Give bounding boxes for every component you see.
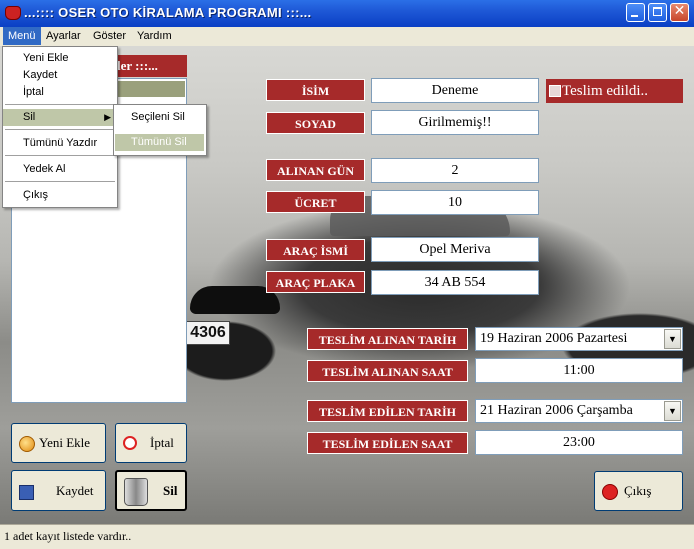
yeni-ekle-button[interactable]: Yeni Ekle: [11, 423, 106, 463]
background-license-plate: 4306: [186, 321, 230, 345]
menu-item-iptal[interactable]: İptal: [3, 84, 117, 101]
sil-submenu: Seçileni Sil Tümünü Sil: [113, 104, 207, 156]
teslim-edildi-label: Teslim edildi..: [562, 83, 649, 99]
close-icon: ✕: [673, 3, 686, 19]
teslim-alinan-tarih-picker[interactable]: 19 Haziran 2006 Pazartesi ▼: [475, 327, 683, 351]
add-icon: [19, 436, 35, 452]
isim-field[interactable]: Deneme: [371, 78, 539, 103]
window-title: ...:::: OSER OTO KİRALAMA PROGRAMI :::..…: [24, 5, 312, 20]
menu-bar: Menü Ayarlar Göster Yardım: [0, 27, 694, 46]
minimize-icon: [631, 15, 638, 17]
menu-separator: [5, 104, 115, 105]
menu-dropdown: Yeni Ekle Kaydet İptal Sil ▶ Tümünü Yazd…: [2, 46, 118, 208]
teslim-edilen-tarih-label: TESLİM EDİLEN TARİH: [307, 400, 468, 422]
teslim-alinan-saat-field[interactable]: 11:00: [475, 358, 683, 383]
menu-separator: [5, 129, 115, 130]
alinan-gun-field[interactable]: 2: [371, 158, 539, 183]
teslim-edilen-tarih-value: 21 Haziran 2006 Çarşamba: [480, 403, 633, 418]
iptal-label: İptal: [150, 435, 174, 450]
application-window: ...:::: OSER OTO KİRALAMA PROGRAMI :::..…: [0, 0, 694, 549]
chevron-down-icon[interactable]: ▼: [664, 401, 681, 421]
status-bar: 1 adet kayıt listede vardır..: [0, 524, 694, 549]
save-icon: [19, 485, 34, 500]
soyad-label: SOYAD: [266, 112, 365, 134]
sil-label: Sil: [163, 483, 178, 498]
menu-item-tumunu-yazdir[interactable]: Tümünü Yazdır: [3, 135, 117, 152]
close-button[interactable]: ✕: [670, 3, 689, 22]
submenu-arrow-icon: ▶: [104, 112, 111, 122]
maximize-icon: [653, 7, 662, 16]
arac-plaka-field[interactable]: 34 AB 554: [371, 270, 539, 295]
chevron-down-icon[interactable]: ▼: [664, 329, 681, 349]
minimize-button[interactable]: [626, 3, 645, 22]
menu-goster[interactable]: Göster: [88, 27, 131, 45]
menu-item-yedek-al[interactable]: Yedek Al: [3, 161, 117, 178]
teslim-edildi-box[interactable]: [549, 85, 561, 97]
arac-plaka-label: ARAÇ PLAKA: [266, 271, 365, 293]
teslim-alinan-tarih-value: 19 Haziran 2006 Pazartesi: [480, 331, 628, 346]
menu-item-cikis[interactable]: Çıkış: [3, 187, 117, 204]
menu-yardim[interactable]: Yardım: [132, 27, 177, 45]
menu-ayarlar[interactable]: Ayarlar: [41, 27, 86, 45]
teslim-edildi-checkbox[interactable]: Teslim edildi..: [546, 79, 683, 103]
teslim-alinan-tarih-label: TESLİM ALINAN TARİH: [307, 328, 468, 350]
app-icon[interactable]: [5, 6, 21, 20]
soyad-field[interactable]: Girilmemiş!!: [371, 110, 539, 135]
arac-ismi-label: ARAÇ İSMİ: [266, 239, 365, 261]
menu-item-kaydet[interactable]: Kaydet: [3, 67, 117, 84]
menu-item-sil-label: Sil: [23, 111, 36, 123]
sil-button[interactable]: Sil: [115, 470, 187, 511]
maximize-button[interactable]: [648, 3, 667, 22]
menu-separator: [5, 181, 115, 182]
submenu-item-secileni-sil[interactable]: Seçileni Sil: [115, 109, 204, 126]
alinan-gun-label: ALINAN GÜN: [266, 159, 365, 181]
menu-item-sil[interactable]: Sil ▶: [3, 109, 117, 126]
trash-icon: [124, 478, 148, 506]
teslim-edilen-tarih-picker[interactable]: 21 Haziran 2006 Çarşamba ▼: [475, 399, 683, 423]
submenu-item-tumunu-sil[interactable]: Tümünü Sil: [115, 134, 204, 151]
ucret-label: ÜCRET: [266, 191, 365, 213]
arac-ismi-field[interactable]: Opel Meriva: [371, 237, 539, 262]
menu-item-yeni-ekle[interactable]: Yeni Ekle: [3, 50, 117, 67]
menu-menu[interactable]: Menü: [3, 27, 41, 45]
kaydet-label: Kaydet: [56, 483, 94, 498]
ucret-field[interactable]: 10: [371, 190, 539, 215]
cikis-label: Çıkış: [624, 483, 652, 498]
menu-separator: [5, 155, 115, 156]
teslim-edilen-saat-field[interactable]: 23:00: [475, 430, 683, 455]
isim-label: İSİM: [266, 79, 365, 101]
cancel-icon: [123, 436, 137, 450]
iptal-button[interactable]: İptal: [115, 423, 187, 463]
title-bar[interactable]: ...:::: OSER OTO KİRALAMA PROGRAMI :::..…: [0, 0, 694, 27]
yeni-ekle-label: Yeni Ekle: [39, 435, 91, 450]
cikis-button[interactable]: Çıkış: [594, 471, 683, 511]
teslim-edilen-saat-label: TESLİM EDİLEN SAAT: [307, 432, 468, 454]
teslim-alinan-saat-label: TESLİM ALINAN SAAT: [307, 360, 468, 382]
kaydet-button[interactable]: Kaydet: [11, 470, 106, 511]
exit-icon: [602, 484, 618, 500]
